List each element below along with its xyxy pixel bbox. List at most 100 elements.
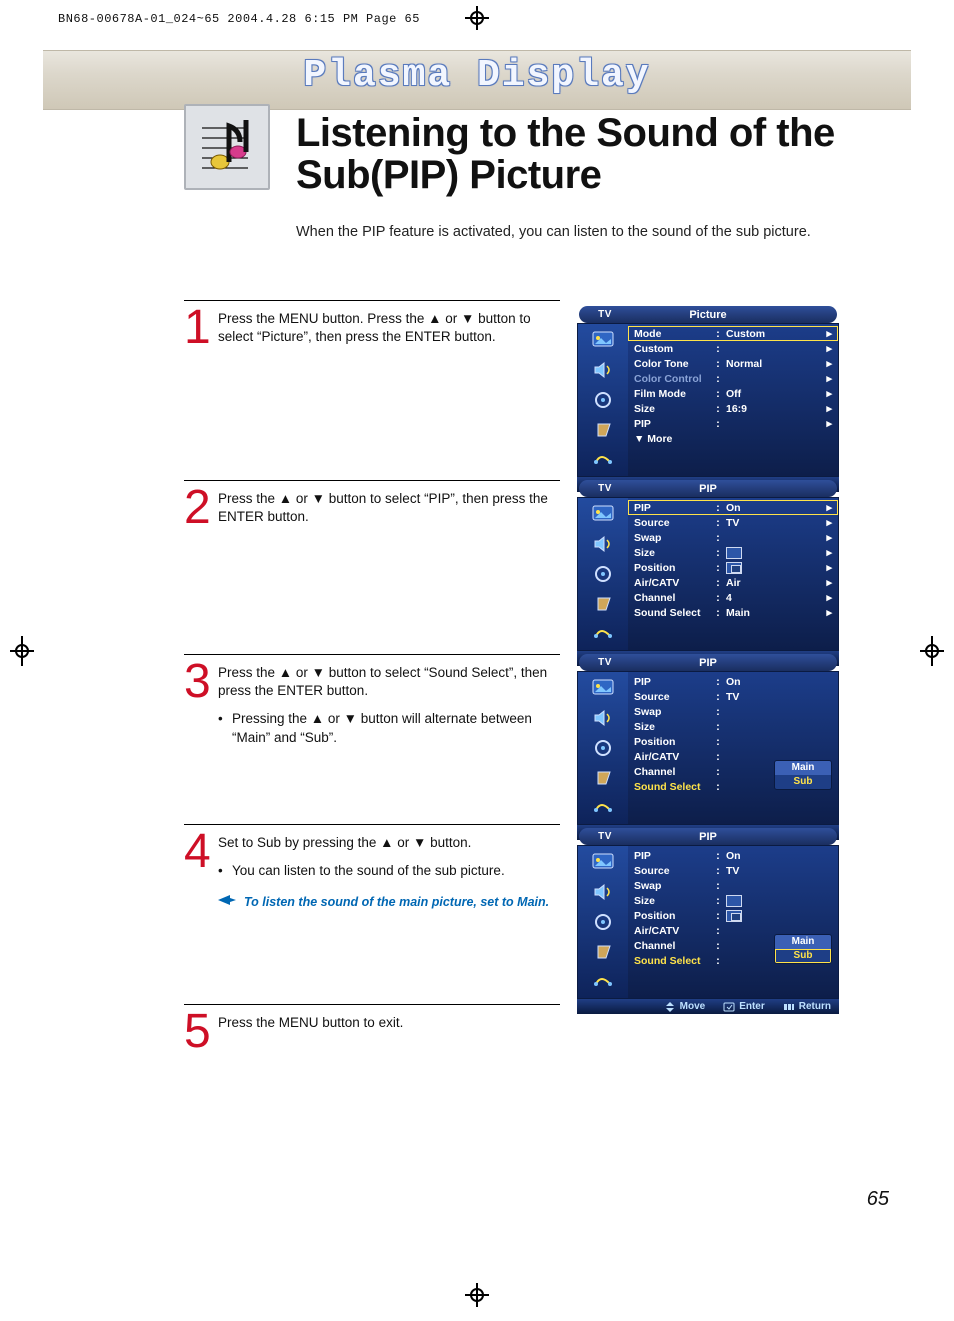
osd-row-label: Size — [634, 721, 714, 733]
function-icon — [589, 448, 617, 472]
crop-mark-top — [465, 6, 489, 30]
step-number: 2 — [184, 484, 211, 532]
osd-row-label: Air/CATV — [634, 925, 714, 937]
osd-row-label: Sound Select — [634, 607, 714, 619]
osd-row[interactable]: Mode:Custom▸ — [628, 326, 838, 341]
step-number: 3 — [184, 658, 211, 706]
tip-note: To listen the sound of the main picture,… — [218, 894, 560, 911]
size-icon — [726, 895, 742, 907]
chevron-right-icon: ▸ — [822, 417, 832, 430]
size-icon — [726, 547, 742, 559]
osd-sidebar — [578, 672, 628, 824]
osd-row-label: PIP — [634, 502, 714, 514]
osd-row[interactable]: Position: — [628, 908, 838, 923]
osd-row[interactable]: Air/CATV:Air▸ — [628, 575, 838, 590]
osd-panel-pip-sub-selected: TVPIP PIP:OnSource:TVSwap:Size:Position:… — [577, 828, 839, 1014]
chevron-right-icon: ▸ — [822, 561, 832, 574]
popup-option-sub[interactable]: Sub — [775, 775, 831, 789]
step-5: 5 Press the MENU button to exit. — [184, 1014, 560, 1032]
osd-row[interactable]: Custom:▸ — [628, 341, 838, 356]
osd-row[interactable]: Swap: — [628, 704, 838, 719]
osd-row[interactable]: Film Mode:Off▸ — [628, 386, 838, 401]
osd-row[interactable]: Position: — [628, 734, 838, 749]
osd-row-value: On — [722, 676, 822, 688]
osd-row-colon: : — [714, 865, 722, 877]
osd-row-label: Position — [634, 562, 714, 574]
osd-row-colon: : — [714, 676, 722, 688]
osd-row[interactable]: Source:TV — [628, 863, 838, 878]
setup-icon — [589, 940, 617, 964]
osd-row[interactable]: Color Control:▸ — [628, 371, 838, 386]
step-4: 4 Set to Sub by pressing the ▲ or ▼ butt… — [184, 834, 560, 911]
step-text: Press the ▲ or ▼ button to select “PIP”,… — [218, 490, 560, 526]
osd-row-colon: : — [714, 592, 722, 604]
chevron-right-icon: ▸ — [822, 576, 832, 589]
sound-icon — [589, 358, 617, 382]
step-2: 2 Press the ▲ or ▼ button to select “PIP… — [184, 490, 560, 526]
chevron-right-icon: ▸ — [822, 591, 832, 604]
osd-row-value: 4 — [722, 592, 822, 604]
chevron-right-icon: ▸ — [822, 606, 832, 619]
osd-row-value: On — [722, 502, 822, 514]
osd-row-colon: : — [714, 577, 722, 589]
osd-row[interactable]: Size:▸ — [628, 545, 838, 560]
osd-row-label: Mode — [634, 328, 714, 340]
setup-icon — [589, 766, 617, 790]
osd-row-colon: : — [714, 781, 722, 793]
osd-row[interactable]: PIP:On — [628, 848, 838, 863]
sound-icon — [589, 880, 617, 904]
osd-row-colon: : — [714, 940, 722, 952]
picture-icon — [589, 502, 617, 526]
osd-row[interactable]: Size: — [628, 719, 838, 734]
osd-row[interactable]: Size:16:9▸ — [628, 401, 838, 416]
osd-row-colon: : — [714, 880, 722, 892]
osd-row[interactable]: PIP:On — [628, 674, 838, 689]
osd-row[interactable]: Source:TV — [628, 689, 838, 704]
step-bullet: Pressing the ▲ or ▼ button will alternat… — [218, 710, 560, 746]
osd-row-colon: : — [714, 925, 722, 937]
osd-row-colon: : — [714, 706, 722, 718]
page-title: Listening to the Sound of the Sub(PIP) P… — [296, 112, 856, 196]
osd-row-colon: : — [714, 895, 722, 907]
osd-popup-sound-select[interactable]: MainSub — [774, 934, 832, 964]
osd-row-colon: : — [714, 403, 722, 415]
osd-panel-pip: TVPIP PIP:On▸Source:TV▸Swap:▸Size:▸Posit… — [577, 480, 839, 666]
chevron-right-icon: ▸ — [822, 531, 832, 544]
osd-row[interactable]: Channel:4▸ — [628, 590, 838, 605]
osd-row[interactable]: Sound Select:Main▸ — [628, 605, 838, 620]
chevron-right-icon: ▸ — [822, 327, 832, 340]
osd-row[interactable]: ▼ More — [628, 431, 838, 446]
osd-row[interactable]: PIP:▸ — [628, 416, 838, 431]
step-rule — [184, 824, 560, 825]
osd-row-label: Custom — [634, 343, 714, 355]
osd-row[interactable]: Position:▸ — [628, 560, 838, 575]
osd-row[interactable]: Size: — [628, 893, 838, 908]
step-number: 5 — [184, 1008, 211, 1056]
crop-mark-right — [920, 636, 944, 666]
osd-row-label: Swap — [634, 532, 714, 544]
osd-row[interactable]: PIP:On▸ — [628, 500, 838, 515]
osd-row-value: Air — [722, 577, 822, 589]
osd-row[interactable]: Swap: — [628, 878, 838, 893]
osd-popup-sound-select[interactable]: MainSub — [774, 760, 832, 790]
channel-icon — [589, 562, 617, 586]
osd-row-label: PIP — [634, 850, 714, 862]
chevron-right-icon: ▸ — [822, 402, 832, 415]
position-icon — [726, 562, 742, 574]
osd-row[interactable]: Color Tone:Normal▸ — [628, 356, 838, 371]
osd-row-value: TV — [722, 865, 822, 877]
popup-option-sub[interactable]: Sub — [775, 949, 831, 963]
osd-tv-label: TV — [587, 831, 623, 842]
popup-option-main[interactable]: Main — [775, 935, 831, 949]
osd-row[interactable]: Source:TV▸ — [628, 515, 838, 530]
osd-row[interactable]: Swap:▸ — [628, 530, 838, 545]
osd-row-label: Source — [634, 865, 714, 877]
step-3: 3 Press the ▲ or ▼ button to select “Sou… — [184, 664, 560, 747]
osd-row-value: Custom — [722, 328, 822, 340]
page-number: 65 — [867, 1188, 889, 1211]
popup-option-main[interactable]: Main — [775, 761, 831, 775]
sound-icon — [589, 706, 617, 730]
osd-row-label: Swap — [634, 880, 714, 892]
osd-row-colon: : — [714, 721, 722, 733]
osd-row-colon: : — [714, 691, 722, 703]
